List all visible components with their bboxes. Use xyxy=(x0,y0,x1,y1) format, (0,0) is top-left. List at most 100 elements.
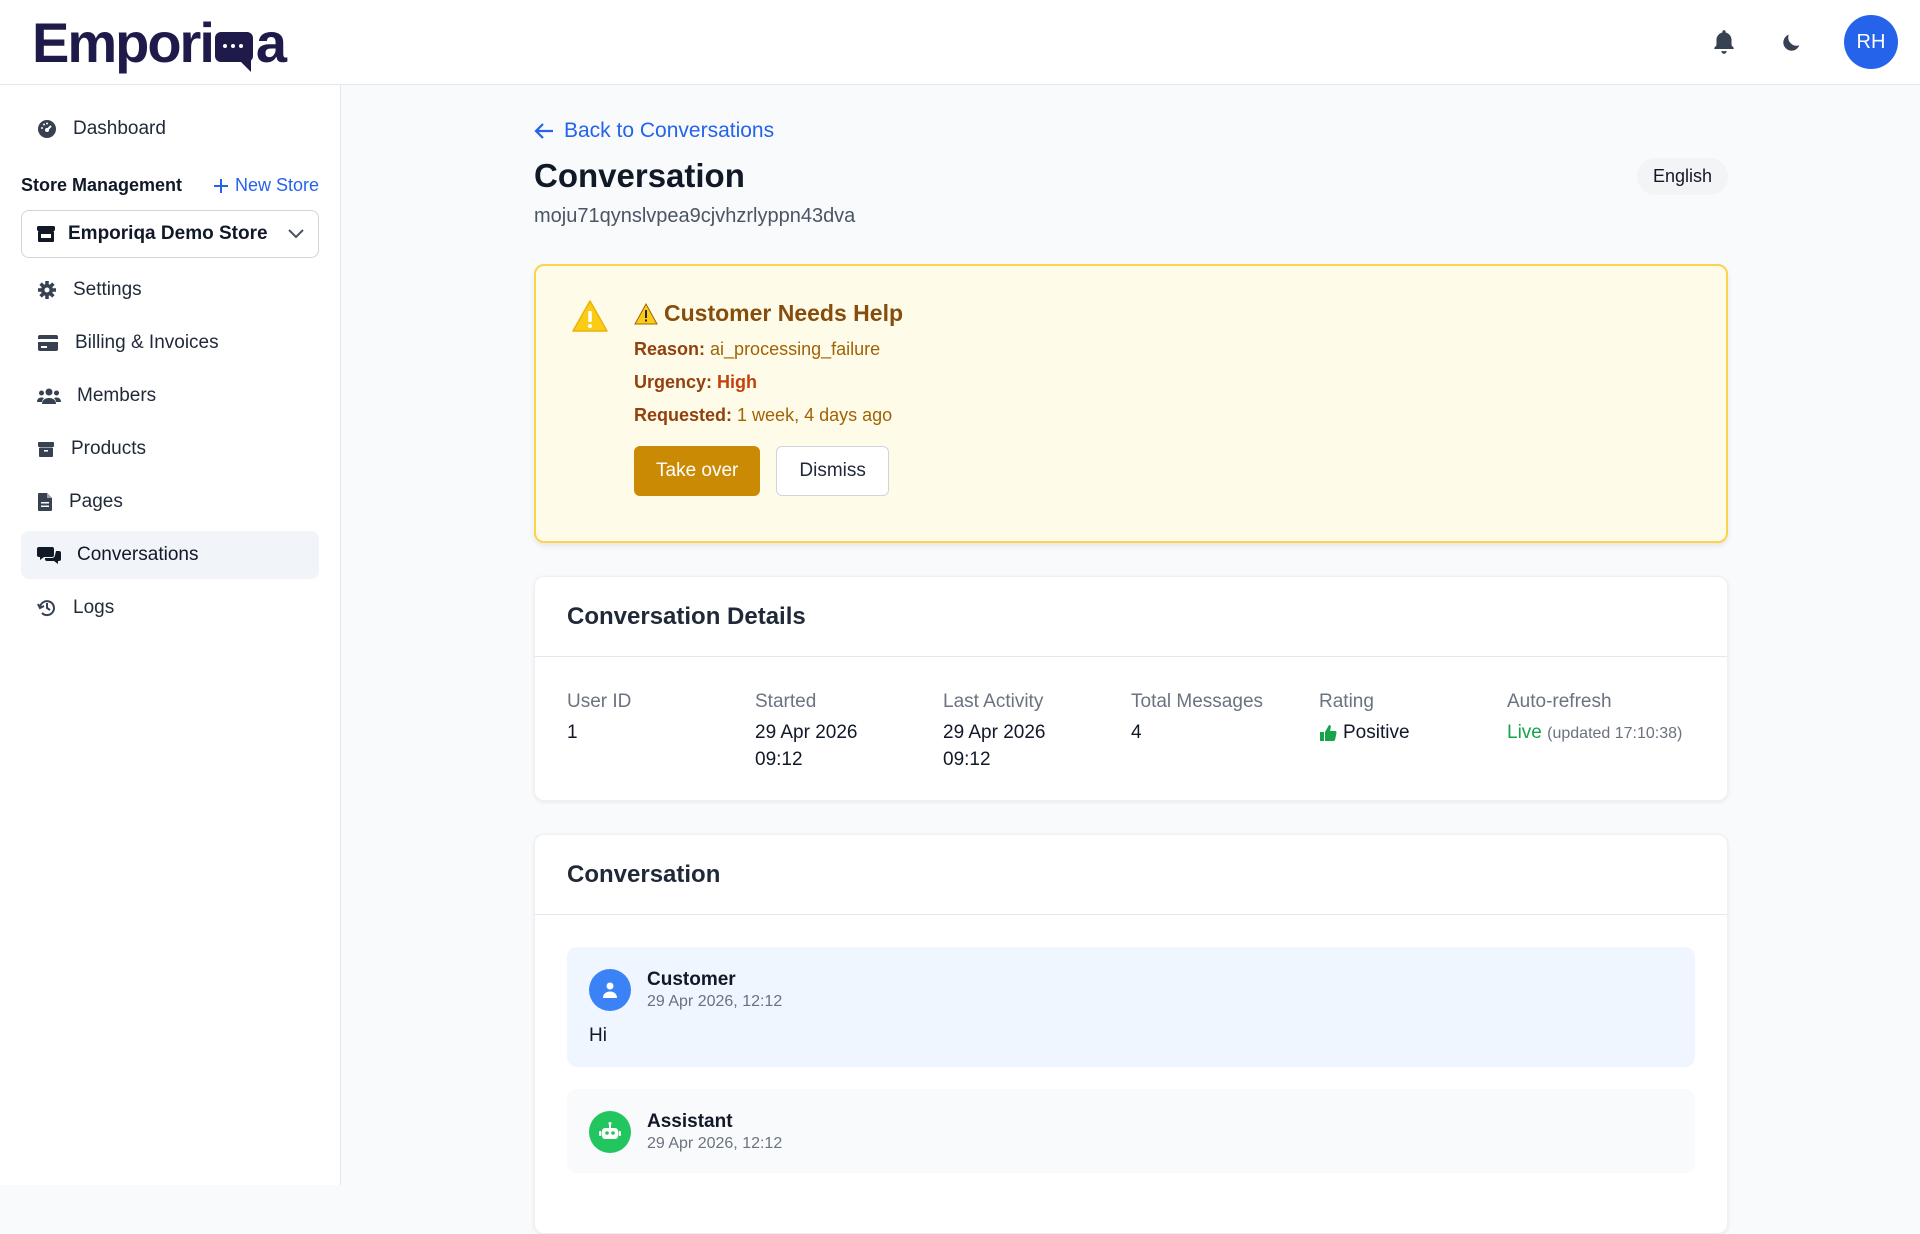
sidebar-item-settings[interactable]: Settings xyxy=(21,266,319,314)
message-text: Hi xyxy=(589,1025,607,1046)
box-icon xyxy=(38,442,54,457)
conversation-card: Conversation Customer 29 Apr 2026, 12:12… xyxy=(534,834,1728,1234)
file-icon xyxy=(38,493,52,511)
message-time: 29 Apr 2026, 12:12 xyxy=(647,993,783,1010)
new-store-button[interactable]: New Store xyxy=(213,175,319,196)
detail-label: Total Messages xyxy=(1131,691,1264,712)
moon-icon[interactable] xyxy=(1776,26,1808,58)
sidebar: Dashboard Store Management New Store Emp… xyxy=(0,85,341,1185)
message-list: Customer 29 Apr 2026, 12:12 Hi Assistant… xyxy=(535,915,1727,1227)
detail-value-time: 09:12 xyxy=(755,749,803,770)
detail-user-id: User ID 1 xyxy=(567,691,755,773)
sidebar-item-conversations[interactable]: Conversations xyxy=(21,531,319,579)
history-icon xyxy=(37,600,55,617)
arrow-left-icon xyxy=(534,123,553,139)
top-bar: Empori a RH xyxy=(0,0,1920,85)
sidebar-item-label: Products xyxy=(71,438,146,459)
card-title: Conversation Details xyxy=(535,577,1727,657)
rating-value: Positive xyxy=(1319,719,1507,746)
warning-icon xyxy=(634,302,658,324)
sidebar-item-label: Billing & Invoices xyxy=(75,332,219,353)
detail-label: Last Activity xyxy=(943,691,1044,712)
robot-icon xyxy=(589,1111,631,1153)
user-avatar[interactable]: RH xyxy=(1844,15,1898,69)
alert-requested: Requested: 1 week, 4 days ago xyxy=(634,405,1726,426)
detail-total-messages: Total Messages 4 xyxy=(1131,691,1319,773)
store-icon xyxy=(37,226,55,242)
detail-auto-refresh: Auto-refresh Live (updated 17:10:38) xyxy=(1507,691,1695,773)
message-role: Customer xyxy=(647,969,736,990)
conversation-id: moju71qynslvpea9cjvhzrlyppn43dva xyxy=(534,205,856,227)
detail-label: Auto-refresh xyxy=(1507,691,1612,712)
sidebar-item-label: Conversations xyxy=(77,544,199,565)
dashboard-icon xyxy=(38,120,56,138)
store-management-header: Store Management New Store xyxy=(21,175,319,196)
alert-urgency: Urgency: High xyxy=(634,372,1726,393)
back-link-label: Back to Conversations xyxy=(564,119,775,142)
warning-icon xyxy=(572,300,608,332)
logo[interactable]: Empori a xyxy=(32,10,287,75)
sidebar-item-label: Members xyxy=(77,385,157,406)
logo-text-right: a xyxy=(255,10,287,74)
main-content: Back to Conversations Conversation Engli… xyxy=(534,85,1728,1234)
conversation-details-card: Conversation Details User ID 1 Started 2… xyxy=(534,576,1728,801)
gear-icon xyxy=(38,281,56,299)
detail-label: Started xyxy=(755,691,817,712)
sidebar-item-dashboard[interactable]: Dashboard xyxy=(21,105,319,153)
language-badge[interactable]: English xyxy=(1636,157,1728,195)
reason-value: ai_processing_failure xyxy=(710,339,881,359)
detail-value: 1 xyxy=(567,722,578,743)
take-over-button[interactable]: Take over xyxy=(634,446,761,496)
needs-help-alert: Customer Needs Help Reason: ai_processin… xyxy=(534,264,1728,543)
thumbs-up-icon xyxy=(1320,724,1337,741)
chat-icon xyxy=(37,547,61,564)
detail-value-date: 29 Apr 2026 xyxy=(755,722,858,743)
page-title: Conversation xyxy=(534,157,745,194)
auto-refresh-status: Live xyxy=(1507,722,1542,743)
logo-text-left: Empori xyxy=(32,10,215,74)
plus-icon xyxy=(213,178,228,193)
urgency-label: Urgency: xyxy=(634,372,713,392)
chat-bubble-icon xyxy=(214,32,253,72)
credit-card-icon xyxy=(38,335,58,351)
alert-reason: Reason: ai_processing_failure xyxy=(634,339,1726,360)
chevron-down-icon xyxy=(288,229,304,239)
alert-title-text: Customer Needs Help xyxy=(664,300,904,326)
detail-value-date: 29 Apr 2026 xyxy=(943,722,1046,743)
detail-rating: Rating Positive xyxy=(1319,691,1507,773)
message-assistant: Assistant 29 Apr 2026, 12:12 xyxy=(567,1089,1695,1173)
alert-title: Customer Needs Help xyxy=(634,300,1726,327)
detail-label: User ID xyxy=(567,691,632,712)
store-selected-label: Emporiqa Demo Store xyxy=(68,223,268,244)
card-title: Conversation xyxy=(535,835,1727,915)
section-title: Store Management xyxy=(21,175,183,195)
detail-value-time: 09:12 xyxy=(943,749,991,770)
sidebar-item-pages[interactable]: Pages xyxy=(21,478,319,526)
rating-text: Positive xyxy=(1343,722,1410,743)
message-role: Assistant xyxy=(647,1111,733,1132)
sidebar-item-label: Logs xyxy=(73,597,115,618)
requested-label: Requested: xyxy=(634,405,733,425)
back-to-conversations-link[interactable]: Back to Conversations xyxy=(534,119,1728,143)
detail-last-activity: Last Activity 29 Apr 2026 09:12 xyxy=(943,691,1131,773)
sidebar-item-label: Pages xyxy=(69,491,123,512)
bell-icon[interactable] xyxy=(1708,26,1740,58)
requested-value: 1 week, 4 days ago xyxy=(737,405,893,425)
auto-refresh-updated: (updated 17:10:38) xyxy=(1547,725,1683,742)
dismiss-button[interactable]: Dismiss xyxy=(776,446,889,496)
urgency-value: High xyxy=(717,372,758,392)
message-customer: Customer 29 Apr 2026, 12:12 Hi xyxy=(567,947,1695,1067)
new-store-label: New Store xyxy=(234,175,319,195)
detail-started: Started 29 Apr 2026 09:12 xyxy=(755,691,943,773)
store-selector[interactable]: Emporiqa Demo Store xyxy=(21,210,319,258)
detail-value: 4 xyxy=(1131,722,1142,743)
sidebar-item-label: Dashboard xyxy=(73,118,166,139)
message-time: 29 Apr 2026, 12:12 xyxy=(647,1135,783,1152)
sidebar-item-products[interactable]: Products xyxy=(21,425,319,473)
reason-label: Reason: xyxy=(634,339,706,359)
users-icon xyxy=(37,388,61,404)
detail-label: Rating xyxy=(1319,691,1374,712)
sidebar-item-logs[interactable]: Logs xyxy=(21,584,319,632)
sidebar-item-members[interactable]: Members xyxy=(21,372,319,420)
sidebar-item-billing[interactable]: Billing & Invoices xyxy=(21,319,319,367)
